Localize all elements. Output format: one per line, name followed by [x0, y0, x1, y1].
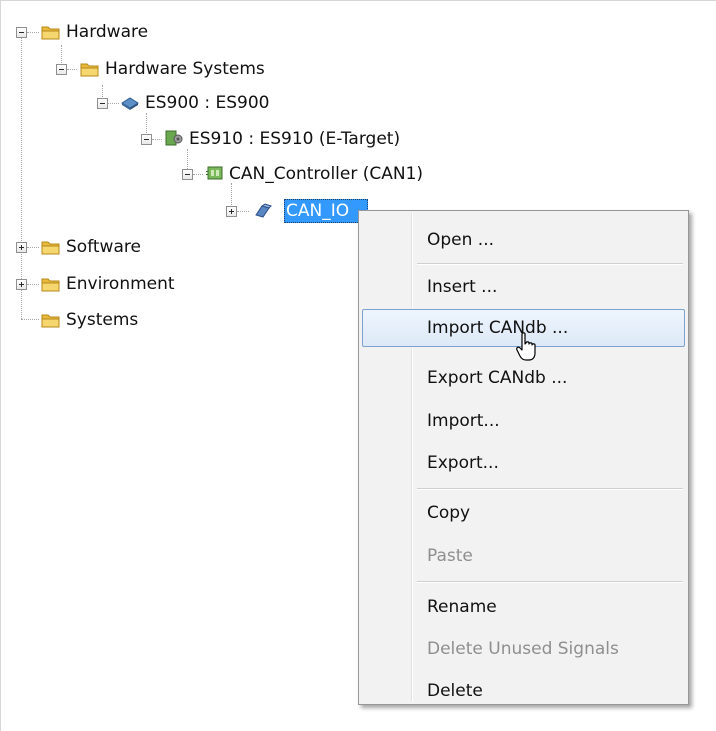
can-io-icon — [255, 203, 272, 218]
tree-connector-line — [27, 32, 39, 33]
tree-connector-line — [237, 211, 249, 212]
menu-item-open[interactable]: Open ... — [362, 221, 685, 259]
tree-connector-line — [27, 247, 39, 248]
folder-icon — [80, 63, 99, 77]
tree-node-label[interactable]: CAN_IO — [284, 199, 368, 223]
folder-icon — [41, 278, 60, 292]
context-menu: Open ... Insert ... Import CANdb ... Exp… — [358, 210, 689, 705]
expand-toggle-icon[interactable] — [16, 279, 27, 290]
tree-node-label[interactable]: Systems — [64, 308, 140, 332]
menu-item-export-candb[interactable]: Export CANdb ... — [362, 359, 685, 397]
can-controller-icon — [206, 166, 223, 180]
menu-item-rename[interactable]: Rename — [362, 588, 685, 626]
menu-item-paste[interactable]: Paste — [362, 537, 685, 575]
collapse-toggle-icon[interactable] — [56, 64, 67, 75]
menu-separator — [417, 263, 683, 265]
menu-item-copy[interactable]: Copy — [362, 494, 685, 532]
folder-icon — [41, 26, 60, 40]
menu-item-export[interactable]: Export... — [362, 444, 685, 482]
hardware-device-icon — [121, 97, 139, 110]
collapse-toggle-icon[interactable] — [97, 98, 108, 109]
tree-connector-line — [27, 284, 39, 285]
tree-node-label[interactable]: CAN_Controller (CAN1) — [227, 162, 425, 186]
tree-connector-line — [21, 319, 39, 320]
menu-item-delete-unused-signals[interactable]: Delete Unused Signals — [362, 630, 685, 668]
tree-node-label[interactable]: Hardware — [64, 20, 150, 44]
tree-connector-line — [67, 69, 77, 70]
tree-connector-line — [152, 139, 162, 140]
menu-separator — [417, 581, 683, 583]
tree-node-label[interactable]: Environment — [64, 272, 177, 296]
collapse-toggle-icon[interactable] — [16, 27, 27, 38]
menu-item-delete[interactable]: Delete — [362, 672, 685, 710]
expand-toggle-icon[interactable] — [226, 206, 237, 217]
folder-icon — [41, 241, 60, 255]
collapse-toggle-icon[interactable] — [182, 169, 193, 180]
tree-node-label[interactable]: ES900 : ES900 — [143, 91, 272, 115]
module-board-icon — [165, 130, 183, 146]
menu-item-import[interactable]: Import... — [362, 402, 685, 440]
menu-separator — [417, 488, 683, 490]
collapse-toggle-icon[interactable] — [141, 134, 152, 145]
hand-cursor-icon — [516, 332, 536, 361]
tree-node-label[interactable]: Software — [64, 235, 143, 259]
tree-connector-line — [107, 103, 119, 104]
tree-node-label[interactable]: Hardware Systems — [103, 57, 267, 81]
folder-icon — [41, 314, 60, 328]
menu-item-insert[interactable]: Insert ... — [362, 268, 685, 306]
expand-toggle-icon[interactable] — [16, 242, 27, 253]
tree-connector-line — [21, 37, 22, 319]
tree-connector-line — [193, 174, 203, 175]
tree-node-label[interactable]: ES910 : ES910 (E-Target) — [187, 127, 402, 151]
